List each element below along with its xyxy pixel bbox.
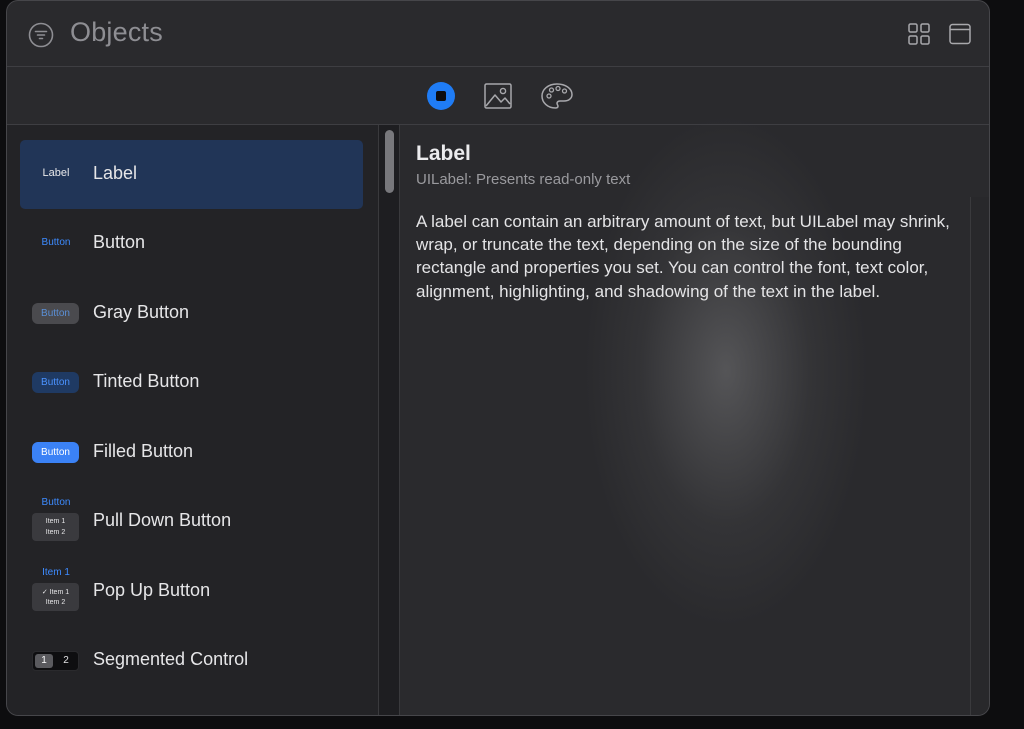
objects-tab-icon[interactable] (426, 81, 456, 111)
detail-title: Label (416, 142, 471, 165)
list-scrollbar[interactable] (378, 125, 400, 715)
search-field-placeholder[interactable]: Objects (70, 17, 163, 48)
objects-library-window: Objects Label Label Button Button Button… (6, 0, 990, 716)
grid-view-icon[interactable] (908, 23, 930, 45)
thumbnail-menu: Item 1 Item 2 (32, 513, 79, 541)
list-item-title: Pull Down Button (93, 510, 232, 530)
library-list: Label Label Button Button Button Gray Bu… (7, 125, 378, 715)
button-thumbnail: Button (20, 209, 92, 278)
list-item-tinted-button[interactable]: Button Tinted Button (20, 348, 363, 417)
thumbnail-text: Button (32, 442, 79, 463)
list-item-segmented-control[interactable]: 1 2 Segmented Control (20, 626, 363, 695)
detail-view-icon[interactable] (949, 23, 971, 45)
list-item-title: Pop Up Button (93, 580, 211, 600)
thumbnail-menu-item: ✓ Item 1 (41, 589, 70, 596)
detail-subtitle: UILabel: Presents read-only text (416, 171, 631, 188)
list-item-pull-down-button[interactable]: Button Item 1 Item 2 Pull Down Button (20, 487, 363, 556)
pop-up-button-thumbnail: Item 1 ✓ Item 1 Item 2 (20, 557, 92, 626)
thumbnail-text: Button (41, 497, 71, 508)
list-item-button[interactable]: Button Button (20, 209, 363, 278)
thumbnail-segment: 1 (35, 654, 53, 668)
thumbnail-segment: 2 (63, 655, 69, 666)
thumbnail-menu-item: Item 1 (45, 518, 66, 525)
thumbnail-text: Button (41, 237, 71, 248)
filled-button-thumbnail: Button (20, 418, 92, 487)
list-item-title: Gray Button (93, 302, 190, 322)
palette-tab-icon[interactable] (540, 81, 574, 111)
list-item-gray-button[interactable]: Button Gray Button (20, 279, 363, 348)
thumbnail-text: Button (32, 303, 79, 324)
pull-down-button-thumbnail: Button Item 1 Item 2 (20, 487, 92, 556)
thumbnail-menu: ✓ Item 1 Item 2 (32, 583, 79, 611)
tinted-button-thumbnail: Button (20, 348, 92, 417)
filter-icon[interactable] (28, 22, 54, 48)
detail-description: A label can contain an arbitrary amount … (416, 212, 950, 301)
thumbnail-text: Button (32, 372, 79, 393)
list-item-title: Segmented Control (93, 649, 249, 669)
thumbnail-text: Label (42, 167, 70, 179)
image-tab-icon[interactable] (483, 81, 513, 111)
thumbnail-menu-item: Item 2 (45, 599, 66, 606)
background-glow (537, 61, 957, 681)
thumbnail-menu-item: Item 2 (45, 529, 66, 536)
list-item-title: Button (93, 232, 146, 252)
list-item-title: Tinted Button (93, 371, 200, 391)
gray-button-thumbnail: Button (20, 279, 92, 348)
library-tabs (7, 67, 989, 125)
list-item-title: Label (93, 163, 138, 183)
thumbnail-text: Item 1 (42, 567, 70, 578)
list-scrollbar-thumb[interactable] (385, 130, 394, 193)
list-item-title: Filled Button (93, 441, 194, 461)
thumbnail-segments: 1 2 (32, 651, 79, 671)
detail-scrollbar[interactable] (970, 197, 989, 715)
segmented-control-thumbnail: 1 2 (20, 626, 92, 695)
list-item-filled-button[interactable]: Button Filled Button (20, 418, 363, 487)
label-thumbnail: Label (20, 140, 92, 209)
list-item-pop-up-button[interactable]: Item 1 ✓ Item 1 Item 2 Pop Up Button (20, 557, 363, 626)
list-item-label[interactable]: Label Label (20, 140, 363, 209)
library-header: Objects (7, 1, 989, 67)
